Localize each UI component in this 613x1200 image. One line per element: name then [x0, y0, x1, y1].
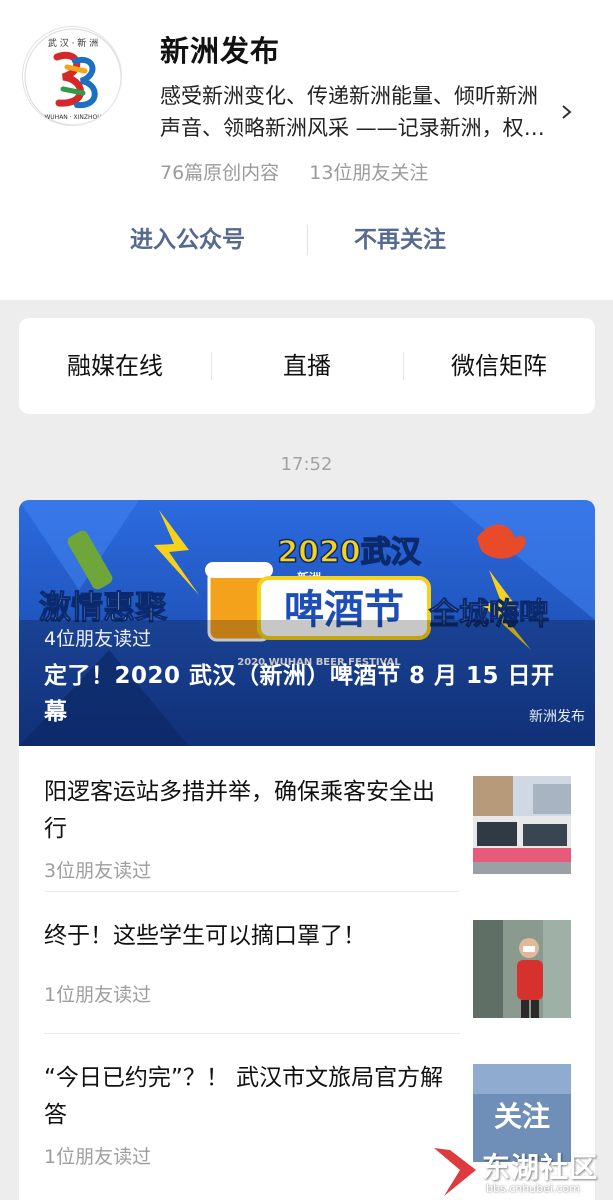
- chevron-right-icon[interactable]: [558, 100, 576, 124]
- svg-text:武 汉 · 新 洲: 武 汉 · 新 洲: [48, 37, 98, 49]
- article-list-card: 2020武汉 新洲 啤酒节 激情惠聚 全城嗨啤 2020 WUHAN BEER …: [19, 500, 595, 1200]
- account-avatar[interactable]: 武 汉 · 新 洲 WUHAN · XINZHOU: [22, 26, 122, 126]
- article-title: 终于！这些学生可以摘口罩了！: [44, 923, 366, 949]
- friends-following: 13位朋友关注: [309, 162, 429, 184]
- site-watermark-url: bbs.cnhubei.com: [486, 1182, 580, 1195]
- article-read-count: 1位朋友读过: [44, 984, 152, 1006]
- divider: [44, 1033, 460, 1034]
- featured-read-count: 4位朋友读过: [44, 628, 152, 650]
- featured-article-title: 定了！2020 武汉（新洲）啤酒节 8 月 15 日开幕: [44, 663, 555, 725]
- banner-watermark: 新洲发布: [529, 709, 585, 725]
- unfollow-button[interactable]: 不再关注: [354, 218, 446, 262]
- divider: [44, 891, 460, 892]
- menu-item-media-online[interactable]: 融媒在线: [19, 318, 211, 414]
- account-actions: 进入公众号 不再关注: [0, 218, 613, 262]
- hubei-logo-icon: [434, 1148, 476, 1196]
- bus-station-thumbnail: [473, 776, 571, 874]
- enter-account-button[interactable]: 进入公众号: [130, 218, 245, 262]
- svg-text:2020武汉: 2020武汉: [277, 535, 421, 570]
- site-watermark-text: 东湖社区: [482, 1151, 599, 1184]
- article-read-count: 1位朋友读过: [44, 1146, 152, 1168]
- account-menu: 融媒在线 直播 微信矩阵: [19, 318, 595, 414]
- account-name: 新洲发布: [160, 34, 281, 68]
- article-item[interactable]: 终于！这些学生可以摘口罩了！ 1位朋友读过: [19, 918, 595, 1058]
- article-title: “今日已约完”？！ 武汉市文旅局官方解答: [44, 1065, 444, 1128]
- avatar-logo-icon: 武 汉 · 新 洲 WUHAN · XINZHOU: [24, 28, 121, 125]
- featured-article[interactable]: 2020武汉 新洲 啤酒节 激情惠聚 全城嗨啤 2020 WUHAN BEER …: [19, 500, 595, 746]
- account-profile-card: 武 汉 · 新 洲 WUHAN · XINZHOU 新洲发布 感受新洲变化、传递…: [0, 0, 613, 300]
- account-description[interactable]: 感受新洲变化、传递新洲能量、倾听新洲声音、领略新洲风采 ——记录新洲，权威发布: [160, 80, 558, 144]
- svg-text:WUHAN · XINZHOU: WUHAN · XINZHOU: [44, 114, 101, 121]
- menu-item-wechat-matrix[interactable]: 微信矩阵: [403, 318, 595, 414]
- original-count: 76篇原创内容: [160, 162, 280, 184]
- student-mask-thumbnail: [473, 920, 571, 1018]
- article-title: 阳逻客运站多措并举，确保乘客安全出行: [44, 779, 435, 842]
- article-item[interactable]: 阳逻客运站多措并举，确保乘客安全出行 3位朋友读过: [19, 774, 595, 914]
- message-timestamp: 17:52: [280, 454, 333, 475]
- site-watermark: 东湖社区 bbs.cnhubei.com: [430, 1140, 613, 1200]
- article-read-count: 3位朋友读过: [44, 860, 152, 882]
- svg-text:关注: 关注: [494, 1100, 550, 1133]
- divider: [307, 225, 308, 255]
- account-stats: 76篇原创内容 13位朋友关注: [160, 158, 428, 185]
- menu-item-live[interactable]: 直播: [211, 318, 403, 414]
